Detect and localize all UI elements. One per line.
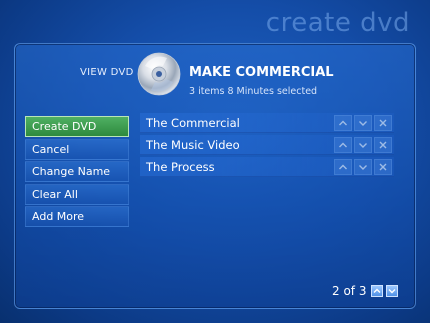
arrow-up-icon: [339, 164, 347, 170]
header-subtitle: 3 items 8 Minutes selected: [189, 86, 318, 97]
list-item[interactable]: The Music Video: [140, 135, 394, 155]
remove-button[interactable]: [374, 159, 392, 175]
create-dvd-button[interactable]: Create DVD: [25, 116, 129, 137]
move-up-button[interactable]: [334, 137, 352, 153]
x-icon: [379, 163, 387, 171]
arrow-up-icon: [339, 142, 347, 148]
list-item-label: The Process: [146, 160, 215, 174]
arrow-down-icon: [388, 289, 396, 294]
pager: 2 of 3: [332, 284, 399, 298]
arrow-up-icon: [373, 288, 381, 293]
page-title: create dvd: [265, 8, 410, 38]
page-indicator: 2 of 3: [332, 284, 367, 298]
header-title: MAKE COMMERCIAL: [189, 65, 334, 80]
remove-button[interactable]: [374, 137, 392, 153]
move-down-button[interactable]: [354, 159, 372, 175]
selection-list: The Commercial The Music Video The Proce…: [140, 113, 394, 179]
page-up-button[interactable]: [371, 285, 384, 297]
x-icon: [379, 141, 387, 149]
clear-all-button[interactable]: Clear All: [25, 183, 129, 205]
arrow-down-icon: [359, 143, 367, 148]
arrow-down-icon: [359, 165, 367, 170]
dvd-disc-icon: [137, 52, 181, 96]
list-item-label: The Music Video: [146, 138, 240, 152]
view-dvd-label[interactable]: VIEW DVD: [80, 67, 134, 78]
list-item[interactable]: The Commercial: [140, 113, 394, 133]
move-down-button[interactable]: [354, 137, 372, 153]
page-down-button[interactable]: [386, 285, 399, 297]
move-down-button[interactable]: [354, 115, 372, 131]
action-menu: Create DVD Cancel Change Name Clear All …: [25, 116, 129, 229]
x-icon: [379, 119, 387, 127]
move-up-button[interactable]: [334, 159, 352, 175]
move-up-button[interactable]: [334, 115, 352, 131]
list-item[interactable]: The Process: [140, 157, 394, 177]
cancel-button[interactable]: Cancel: [25, 138, 129, 160]
remove-button[interactable]: [374, 115, 392, 131]
change-name-button[interactable]: Change Name: [25, 161, 129, 182]
arrow-down-icon: [359, 121, 367, 126]
list-item-label: The Commercial: [146, 116, 240, 130]
arrow-up-icon: [339, 120, 347, 126]
add-more-button[interactable]: Add More: [25, 206, 129, 227]
